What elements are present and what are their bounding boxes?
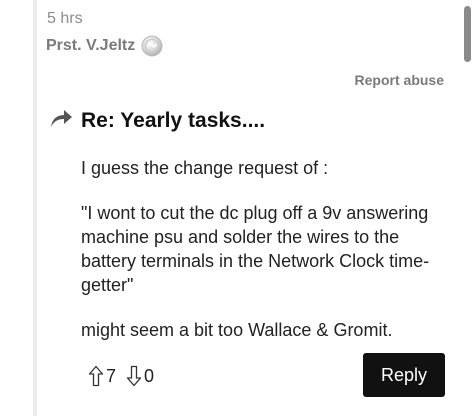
reply-button[interactable]: Reply (363, 353, 445, 397)
author-row: Prst. V.Jeltz (46, 34, 163, 58)
upvote-button[interactable]: 7 (88, 365, 116, 387)
report-abuse-link[interactable]: Report abuse (355, 72, 444, 88)
comment-paragraph: I guess the change request of : (81, 158, 329, 178)
comment-screen: 5 hrs Prst. V.Jeltz Report abuse Re: Yea… (0, 0, 474, 416)
comment-paragraph: "I wont to cut the dc plug off a 9v answ… (81, 203, 430, 295)
scrollbar-thumb[interactable] (464, 6, 471, 62)
scrollbar[interactable] (462, 0, 474, 416)
thread-indent-rule (33, 0, 37, 416)
downvote-button[interactable]: 0 (126, 365, 154, 387)
upvote-count: 7 (106, 366, 117, 386)
arrow-down-icon (126, 365, 142, 387)
comment-paragraph: might seem a bit too Wallace & Gromit. (81, 320, 393, 340)
downvote-count: 0 (144, 366, 155, 386)
silver-medal-icon (141, 35, 163, 57)
post-time: 5 hrs (47, 10, 83, 27)
arrow-up-icon (88, 365, 104, 387)
comment-subject: Re: Yearly tasks.... (81, 109, 266, 132)
vote-controls: 7 0 (88, 363, 164, 389)
reply-arrow-icon (48, 106, 74, 130)
author-name[interactable]: Prst. V.Jeltz (46, 36, 135, 56)
